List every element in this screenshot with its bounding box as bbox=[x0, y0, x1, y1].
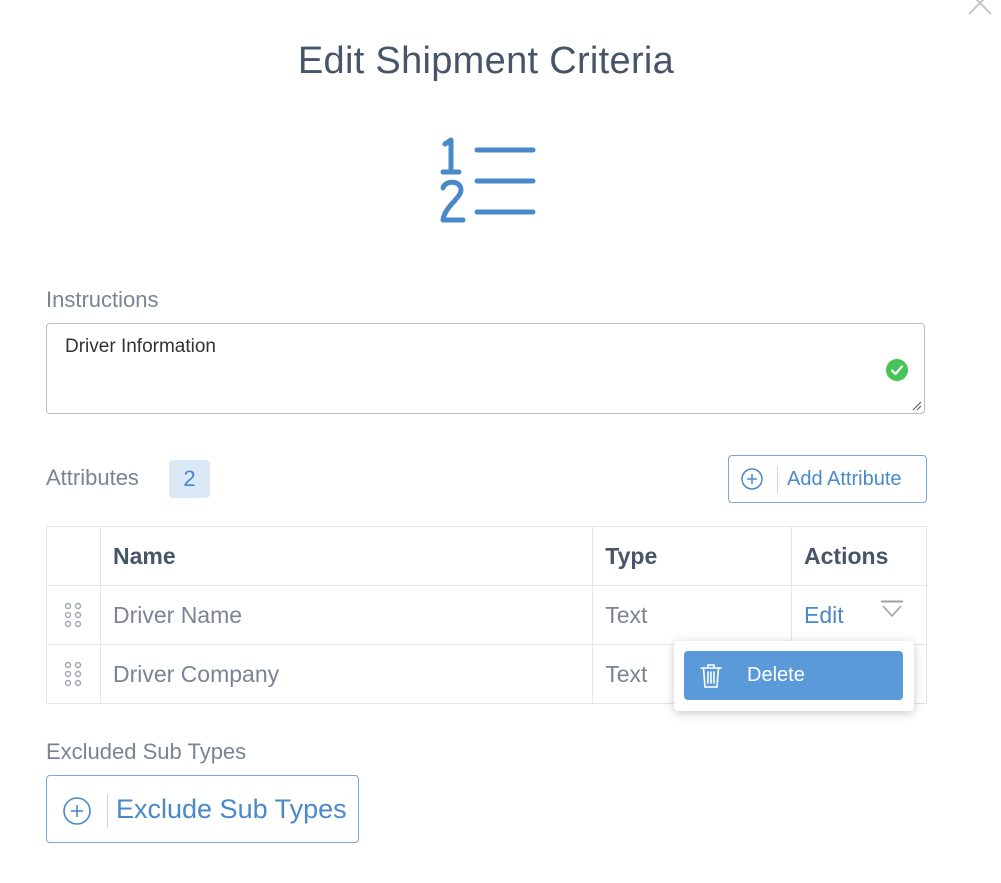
plus-circle-icon bbox=[741, 468, 763, 490]
instructions-field[interactable]: Driver Information bbox=[46, 323, 925, 414]
column-header-handle bbox=[46, 526, 101, 586]
exclude-sub-types-button[interactable]: Exclude Sub Types bbox=[46, 775, 359, 843]
delete-label: Delete bbox=[747, 664, 805, 686]
column-header-name[interactable]: Name bbox=[99, 526, 594, 586]
add-attribute-label: Add Attribute bbox=[787, 468, 902, 490]
attribute-type-cell: Text bbox=[592, 585, 793, 645]
chevron-down-icon[interactable] bbox=[880, 600, 904, 622]
column-header-type[interactable]: Type bbox=[592, 526, 793, 586]
instructions-value[interactable]: Driver Information bbox=[65, 336, 216, 358]
numbered-list-icon bbox=[440, 137, 536, 223]
table-header-row: Name Type Actions bbox=[46, 526, 927, 586]
exclude-sub-types-label: Exclude Sub Types bbox=[116, 794, 347, 824]
attribute-actions-cell: Edit bbox=[791, 585, 927, 645]
resize-grip-icon[interactable] bbox=[912, 401, 922, 411]
drag-handle-icon[interactable] bbox=[63, 661, 83, 687]
edit-link[interactable]: Edit bbox=[804, 602, 844, 628]
trash-icon bbox=[700, 664, 722, 688]
attribute-name-cell: Driver Company bbox=[99, 644, 594, 704]
attribute-name-cell: Driver Name bbox=[99, 585, 594, 645]
excluded-sub-types-label: Excluded Sub Types bbox=[46, 739, 247, 764]
drag-handle-icon[interactable] bbox=[63, 602, 83, 628]
row-drag-cell[interactable] bbox=[46, 585, 101, 645]
plus-circle-icon bbox=[63, 797, 91, 825]
button-divider bbox=[777, 466, 778, 493]
row-actions-menu: Delete bbox=[674, 641, 914, 711]
attributes-label: Attributes bbox=[46, 465, 139, 490]
add-attribute-button[interactable]: Add Attribute bbox=[728, 455, 927, 503]
edit-shipment-criteria-modal: Edit Shipment Criteria Instructions Driv… bbox=[0, 0, 1001, 883]
check-circle-icon bbox=[886, 359, 908, 381]
attributes-count-badge: 2 bbox=[169, 460, 210, 498]
column-header-actions: Actions bbox=[791, 526, 927, 586]
button-divider bbox=[107, 794, 108, 828]
delete-menu-item[interactable]: Delete bbox=[684, 651, 903, 700]
modal-title: Edit Shipment Criteria bbox=[297, 40, 675, 82]
instructions-label: Instructions bbox=[46, 287, 159, 312]
close-icon[interactable] bbox=[967, 0, 993, 16]
row-drag-cell[interactable] bbox=[46, 644, 101, 704]
table-row: Driver Name Text Edit bbox=[46, 585, 927, 645]
